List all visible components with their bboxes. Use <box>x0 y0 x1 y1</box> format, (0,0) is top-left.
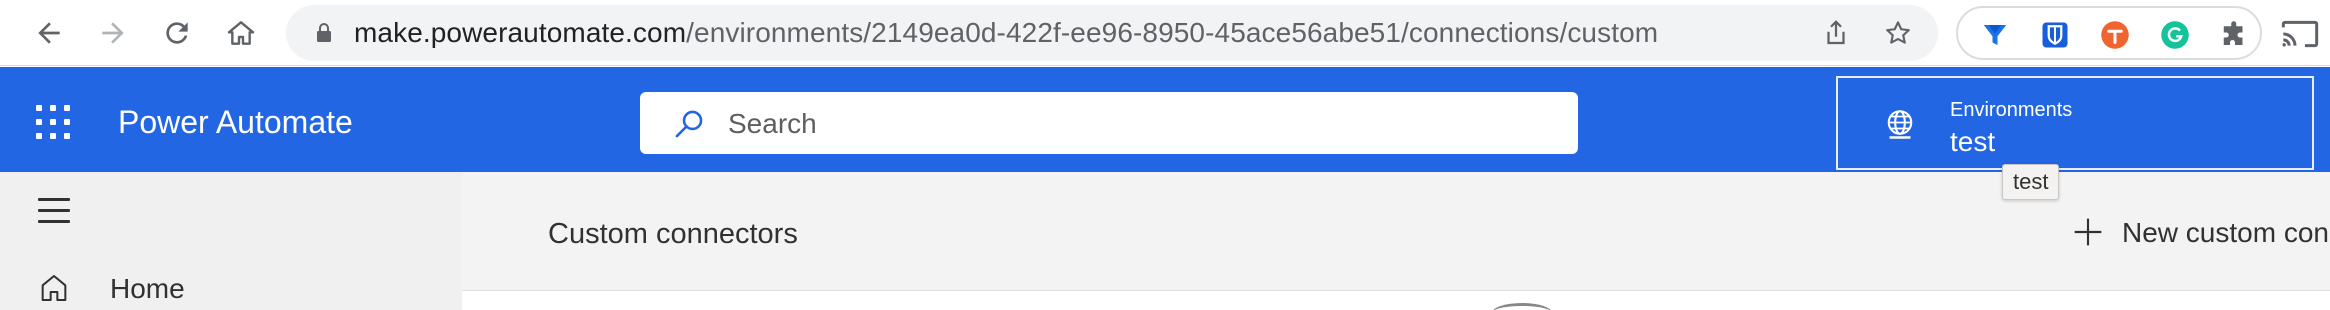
home-icon <box>41 275 67 301</box>
environment-picker[interactable]: Environments test <box>1836 76 2314 170</box>
environment-value: test <box>1950 126 1996 157</box>
lock-icon[interactable] <box>312 21 336 45</box>
extensions-puzzle-icon[interactable] <box>2220 20 2250 50</box>
grammarly-extension-icon[interactable] <box>2160 20 2190 50</box>
bookmark-button[interactable] <box>1880 15 1916 51</box>
app-title[interactable]: Power Automate <box>118 103 353 141</box>
address-bar[interactable]: make.powerautomate.com/environments/2149… <box>286 5 1938 61</box>
collapse-nav-hamburger-icon[interactable] <box>38 198 70 224</box>
loading-spinner <box>1492 303 1552 310</box>
sidebar-item-home[interactable]: Home <box>0 268 462 310</box>
browser-home-button[interactable] <box>218 10 264 56</box>
content-area <box>462 290 2330 310</box>
search-placeholder: Search <box>728 108 817 139</box>
search-input[interactable]: Search <box>640 92 1578 154</box>
home-icon <box>227 21 255 45</box>
environment-tooltip: test <box>2002 164 2060 200</box>
filter-funnel-extension-icon[interactable] <box>1980 20 2010 50</box>
extensions-area <box>1956 6 2262 60</box>
browser-toolbar: make.powerautomate.com/environments/2149… <box>0 0 2330 66</box>
forward-button[interactable] <box>90 10 136 56</box>
bitwarden-extension-icon[interactable] <box>2040 20 2070 50</box>
new-custom-connector-label: New custom con <box>2122 217 2329 248</box>
reload-icon <box>166 22 188 44</box>
globe-icon <box>1887 110 1913 139</box>
back-icon <box>38 22 60 44</box>
url-text[interactable]: make.powerautomate.com/environments/2149… <box>354 17 1658 49</box>
url-path: /environments/2149ea0d-422f-ee96-8950-45… <box>686 17 1659 48</box>
app-launcher-waffle-icon[interactable] <box>36 105 70 139</box>
plus-icon <box>2074 218 2102 246</box>
url-host: make.powerautomate.com <box>354 17 687 48</box>
left-navigation: Home <box>0 172 462 310</box>
back-button[interactable] <box>26 10 72 56</box>
bookmark-star-icon <box>1886 21 1910 44</box>
share-button[interactable] <box>1818 15 1854 51</box>
share-icon <box>1827 20 1845 45</box>
page-title: Custom connectors <box>548 218 798 250</box>
search-icon <box>675 110 703 138</box>
tampermonkey-extension-icon[interactable] <box>2100 20 2130 50</box>
sidebar-item-label: Home <box>110 273 185 304</box>
environment-label: Environments <box>1950 99 2073 121</box>
app-header: Power Automate Search Environments test <box>0 67 2330 172</box>
reload-button[interactable] <box>154 10 200 56</box>
cast-icon[interactable] <box>2280 14 2320 54</box>
forward-icon <box>102 22 124 44</box>
